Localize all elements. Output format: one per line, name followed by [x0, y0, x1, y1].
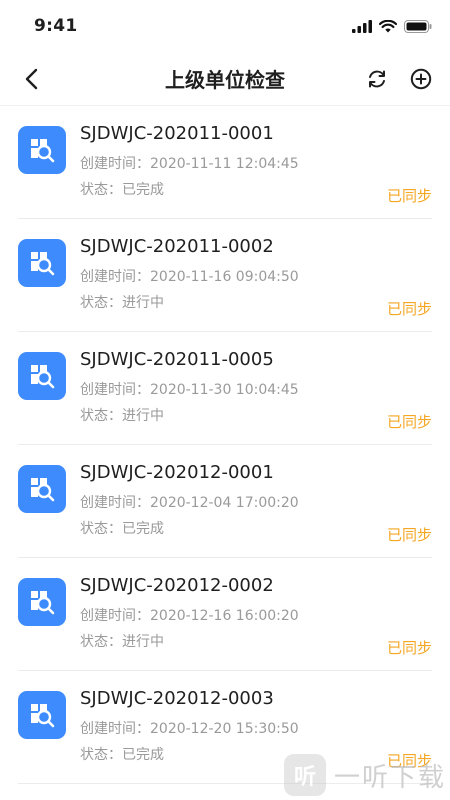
back-button[interactable] [18, 66, 44, 92]
item-created-time: 创建时间：2020-12-04 17:00:20 [80, 495, 299, 511]
item-created-time: 创建时间：2020-11-11 12:04:45 [80, 156, 299, 172]
inspection-list: SJDWJC-202011-0001 创建时间：2020-11-11 12:04… [0, 106, 450, 784]
battery-icon [404, 19, 432, 33]
sync-status-badge: 已同步 [386, 526, 432, 544]
status-time: 9:41 [34, 16, 78, 36]
refresh-icon [369, 70, 385, 87]
inspection-doc-icon [18, 239, 66, 287]
watermark-text: 一听下载 [333, 762, 446, 793]
refresh-button[interactable] [364, 66, 390, 92]
chevron-left-icon [25, 68, 38, 89]
sync-status-badge: 已同步 [386, 187, 432, 205]
inspection-doc-icon [18, 352, 66, 400]
nav-bar: 上级单位检查 [0, 52, 450, 106]
item-created-time: 创建时间：2020-12-16 16:00:20 [80, 608, 299, 624]
item-code: SJDWJC-202012-0001 [80, 462, 274, 483]
list-item[interactable]: SJDWJC-202012-0002 创建时间：2020-12-16 16:00… [18, 558, 432, 671]
item-created-time: 创建时间：2020-11-30 10:04:45 [80, 382, 299, 398]
item-status: 状态：已完成 [80, 182, 164, 198]
item-created-time: 创建时间：2020-11-16 09:04:50 [80, 269, 299, 285]
wifi-icon [379, 19, 397, 32]
item-status: 状态：进行中 [80, 408, 164, 424]
sync-status-badge: 已同步 [386, 413, 432, 431]
inspection-doc-icon [18, 126, 66, 174]
item-code: SJDWJC-202011-0002 [80, 236, 274, 257]
list-item[interactable]: SJDWJC-202011-0005 创建时间：2020-11-30 10:04… [18, 332, 432, 445]
signal-icon [352, 19, 372, 33]
inspection-doc-icon [18, 465, 66, 513]
add-button[interactable] [408, 66, 434, 92]
inspection-doc-icon [18, 691, 66, 739]
list-item[interactable]: SJDWJC-202011-0001 创建时间：2020-11-11 12:04… [18, 106, 432, 219]
plus-circle-icon [410, 68, 432, 89]
item-created-time: 创建时间：2020-12-20 15:30:50 [80, 721, 299, 737]
sync-status-badge: 已同步 [386, 300, 432, 318]
list-item[interactable]: SJDWJC-202012-0001 创建时间：2020-12-04 17:00… [18, 445, 432, 558]
item-code: SJDWJC-202012-0003 [80, 688, 274, 709]
status-icons [352, 19, 432, 33]
item-code: SJDWJC-202011-0005 [80, 349, 274, 370]
status-bar: 9:41 [0, 0, 450, 52]
watermark: 听 一听下载 [283, 754, 446, 796]
sync-status-badge: 已同步 [386, 639, 432, 657]
item-code: SJDWJC-202011-0001 [80, 123, 274, 144]
item-status: 状态：已完成 [80, 521, 164, 537]
item-status: 状态：进行中 [80, 634, 164, 650]
inspection-doc-icon [18, 578, 66, 626]
list-item[interactable]: SJDWJC-202011-0002 创建时间：2020-11-16 09:04… [18, 219, 432, 332]
item-code: SJDWJC-202012-0002 [80, 575, 274, 596]
watermark-logo-icon: 听 [283, 754, 326, 796]
item-status: 状态：进行中 [80, 295, 164, 311]
